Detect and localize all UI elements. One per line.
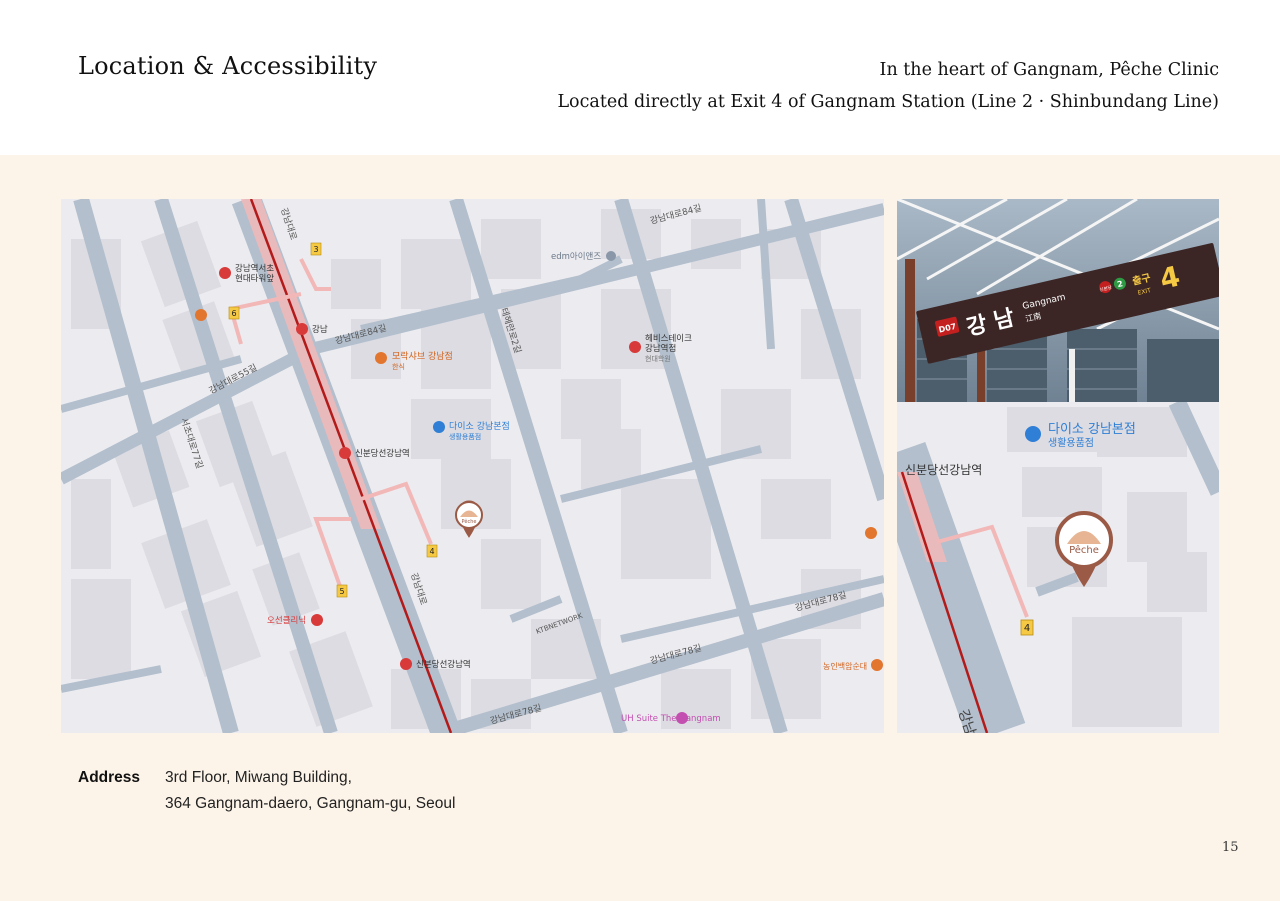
poi-shinbundang: 신분당선강남역 [355,448,410,459]
poi-seocho: 강남역서초 [235,263,274,274]
page-title: Location & Accessibility [78,52,378,80]
exit-3-label: 3 [313,245,318,254]
poi-morak: 모락샤브 강남점 [392,350,453,362]
poi-heves3: 현대학원 [645,354,671,363]
page-header: Location & Accessibility In the heart of… [0,0,1280,155]
exit-5-label: 5 [339,587,344,596]
subtitle-line-2: Located directly at Exit 4 of Gangnam St… [557,92,1219,112]
page-number: 15 [1222,840,1239,855]
zoom-poi-daiso: 다이소 강남본점 [1048,422,1136,437]
poi-heves: 헤비스테이크 [645,333,692,344]
address-label: Address [78,769,141,786]
exit-6-label: 6 [231,309,236,318]
exit-4-label: 4 [429,547,434,556]
zoom-poi-daiso-sub: 생활용품점 [1048,436,1094,449]
zoom-map[interactable]: 4 다이소 강남본점 생활용품점 신분당선강남역 강남대로 Pêche [897,402,1219,733]
poi-edm: edm아이앤즈 [551,251,601,262]
main-map-svg: 3 6 4 5 강남대로84길 강남대로84길 강남대로55길 강남대로78길 … [61,199,884,733]
poi-morak-sub: 한식 [392,362,405,371]
poi-heves2: 강남역점 [645,343,676,354]
poi-ohsun: 오선클리닉 [267,616,306,626]
address-line-1: 3rd Floor, Miwang Building, [165,769,352,786]
poi-daiso-sub: 생활용품점 [449,432,481,441]
zoom-poi-shinbundang: 신분당선강남역 [905,463,982,477]
zoom-exit-4: 4 [1024,623,1030,634]
zoom-map-svg: 4 다이소 강남본점 생활용품점 신분당선강남역 강남대로 Pêche [897,402,1219,733]
station-photo: D07 강 남 Gangnam 江南 신분당 2 출구 EXIT 4 [897,199,1219,402]
peche-marker-label: Pêche [462,518,477,525]
poi-nongin: 농인백암순대 [823,661,867,671]
poi-gangnam: 강남 [312,324,328,335]
station-photo-svg: D07 강 남 Gangnam 江南 신분당 2 출구 EXIT 4 [897,199,1219,402]
poi-seocho2: 현대타워앞 [235,273,274,284]
poi-shinbundang-2: 신분당선강남역 [416,659,471,670]
poi-daiso: 다이소 강남본점 [449,420,510,432]
poi-uh-suite: UH Suite The Gangnam [621,714,721,724]
zoom-peche-label: Pêche [1069,544,1099,556]
address-line-2: 364 Gangnam-daero, Gangnam-gu, Seoul [165,795,456,812]
main-map[interactable]: 3 6 4 5 강남대로84길 강남대로84길 강남대로55길 강남대로78길 … [61,199,884,733]
subtitle-line-1: In the heart of Gangnam, Pêche Clinic [879,60,1219,80]
